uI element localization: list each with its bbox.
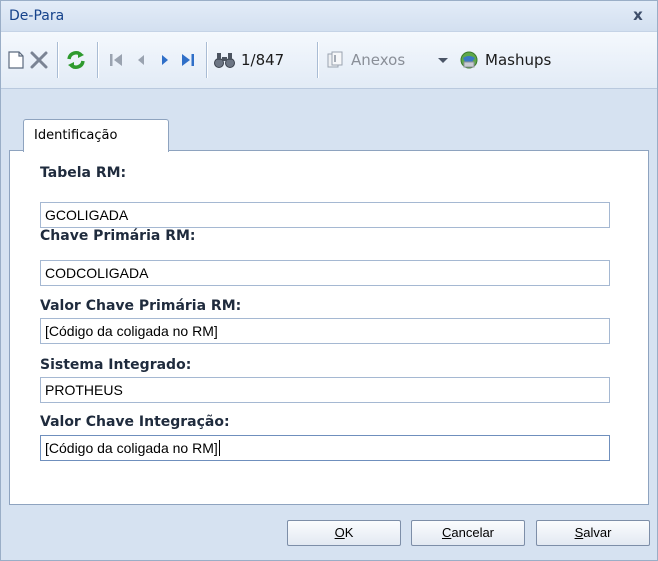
- de-para-window: De-Para x 1/847 Anexos Mashups Identific…: [0, 0, 658, 561]
- chave-primaria-rm-label: Chave Primária RM:: [40, 228, 196, 244]
- sistema-integrado-label: Sistema Integrado:: [40, 357, 192, 373]
- tab-identificacao-label: Identificação: [34, 128, 118, 143]
- sistema-integrado-input[interactable]: PROTHEUS: [40, 377, 610, 403]
- anexos-label: Anexos: [351, 51, 406, 69]
- tabela-rm-input[interactable]: GCOLIGADA: [40, 202, 610, 228]
- anexos-button[interactable]: Anexos: [325, 32, 405, 88]
- anexos-dropdown-button[interactable]: [437, 32, 449, 88]
- ok-button[interactable]: OK: [287, 520, 401, 546]
- next-record-button[interactable]: [157, 32, 173, 88]
- previous-record-icon: [138, 55, 144, 65]
- last-record-button[interactable]: [179, 32, 197, 88]
- save-button-accelerator: S: [574, 525, 584, 540]
- chave-primaria-rm-input[interactable]: CODCOLIGADA: [40, 260, 610, 286]
- toolbar-separator: [206, 42, 207, 78]
- text-caret: [218, 440, 220, 456]
- save-button-label: alvar: [583, 525, 612, 540]
- attachment-icon: [327, 51, 343, 68]
- refresh-button[interactable]: [65, 32, 87, 88]
- last-record-icon: [182, 54, 194, 66]
- valor-chave-integracao-input[interactable]: [Código da coligada no RM]: [40, 435, 610, 461]
- record-position-label: 1/847: [241, 51, 285, 69]
- new-button[interactable]: [7, 32, 25, 88]
- mashups-icon: [460, 51, 478, 69]
- toolbar-separator: [57, 42, 58, 78]
- cancel-button-label: ancelar: [451, 525, 495, 540]
- mashups-button[interactable]: Mashups: [459, 32, 551, 88]
- close-button[interactable]: x: [629, 6, 647, 24]
- toolbar: 1/847 Anexos Mashups: [1, 31, 657, 89]
- valor-chave-integracao-label: Valor Chave Integração:: [40, 414, 230, 430]
- ok-button-accelerator: O: [334, 525, 345, 540]
- valor-chave-primaria-rm-label: Valor Chave Primária RM:: [40, 298, 242, 314]
- ok-button-label: K: [344, 525, 354, 540]
- previous-record-button[interactable]: [133, 32, 149, 88]
- mashups-label: Mashups: [485, 51, 552, 69]
- toolbar-separator: [97, 42, 98, 78]
- toolbar-separator: [317, 42, 318, 78]
- valor-chave-integracao-value: [Código da coligada no RM]: [45, 440, 218, 456]
- delete-button[interactable]: [29, 32, 49, 88]
- delete-icon: [30, 51, 48, 69]
- first-record-icon: [110, 54, 122, 66]
- next-record-icon: [162, 55, 168, 65]
- refresh-icon: [67, 51, 85, 69]
- dropdown-arrow-icon: [438, 58, 448, 63]
- tab-identificacao[interactable]: Identificação: [23, 119, 169, 152]
- find-icon: [214, 53, 235, 68]
- new-icon: [8, 51, 24, 69]
- first-record-button[interactable]: [107, 32, 125, 88]
- cancel-button[interactable]: Cancelar: [411, 520, 525, 546]
- window-title: De-Para: [9, 8, 65, 24]
- valor-chave-primaria-rm-input[interactable]: [Código da coligada no RM]: [40, 318, 610, 344]
- cancel-button-accelerator: C: [441, 525, 452, 540]
- tabela-rm-label: Tabela RM:: [40, 165, 127, 181]
- save-button[interactable]: Salvar: [536, 520, 650, 546]
- find-button[interactable]: [213, 32, 237, 88]
- title-bar: De-Para x: [1, 1, 657, 31]
